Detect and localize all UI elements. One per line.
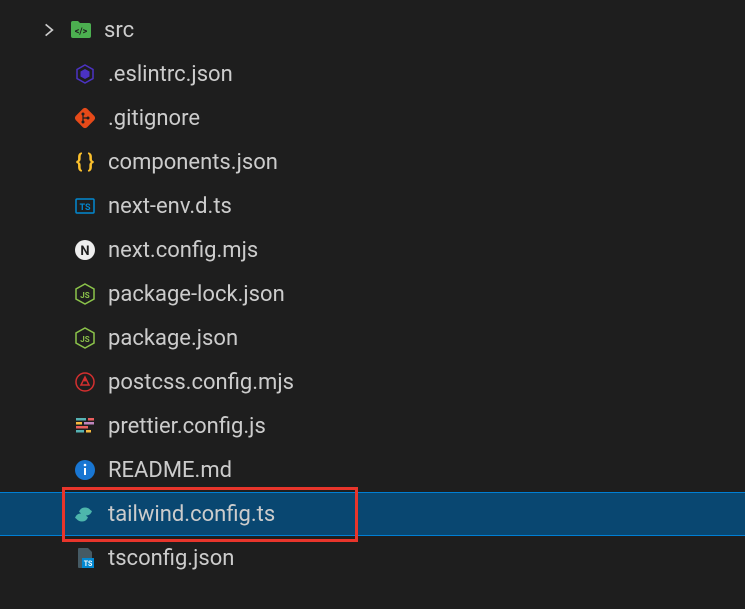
file-readme[interactable]: README.md — [0, 448, 745, 492]
nodejs-icon: JS — [72, 325, 98, 351]
folder-label: src — [104, 18, 134, 43]
file-eslintrc[interactable]: .eslintrc.json — [0, 52, 745, 96]
svg-text:{ }: { } — [76, 150, 95, 173]
file-package-lock[interactable]: JS package-lock.json — [0, 272, 745, 316]
file-tsconfig[interactable]: TS tsconfig.json — [0, 536, 745, 580]
svg-text:</>: </> — [75, 27, 88, 37]
file-next-env-dts[interactable]: TS next-env.d.ts — [0, 184, 745, 228]
file-prettier-config[interactable]: prettier.config.js — [0, 404, 745, 448]
nodejs-icon: JS — [72, 281, 98, 307]
json-icon: { } — [72, 149, 98, 175]
file-package-json[interactable]: JS package.json — [0, 316, 745, 360]
svg-text:TS: TS — [79, 203, 91, 213]
folder-source-icon: </> — [68, 17, 94, 43]
file-label: next-env.d.ts — [108, 194, 232, 219]
info-icon — [72, 457, 98, 483]
file-gitignore[interactable]: .gitignore — [0, 96, 745, 140]
file-label: README.md — [108, 458, 232, 483]
eslint-icon — [72, 61, 98, 87]
chevron-right-icon — [38, 19, 60, 41]
file-label: .eslintrc.json — [108, 62, 233, 87]
file-label: components.json — [108, 150, 278, 175]
svg-text:N: N — [80, 244, 89, 259]
tailwind-icon — [72, 501, 98, 527]
svg-text:JS: JS — [80, 335, 89, 344]
file-tailwind-config[interactable]: tailwind.config.ts — [0, 492, 745, 536]
folder-src[interactable]: </> src — [0, 8, 745, 52]
file-next-config[interactable]: N next.config.mjs — [0, 228, 745, 272]
file-label: prettier.config.js — [108, 414, 266, 439]
file-label: tsconfig.json — [108, 546, 234, 571]
ts-def-icon: TS — [72, 193, 98, 219]
file-label: tailwind.config.ts — [108, 502, 275, 527]
file-postcss-config[interactable]: postcss.config.mjs — [0, 360, 745, 404]
svg-text:TS: TS — [84, 560, 93, 568]
file-label: package-lock.json — [108, 282, 285, 307]
file-label: package.json — [108, 326, 238, 351]
svg-text:JS: JS — [80, 291, 89, 300]
file-components-json[interactable]: { } components.json — [0, 140, 745, 184]
file-label: postcss.config.mjs — [108, 370, 294, 395]
postcss-icon — [72, 369, 98, 395]
file-label: .gitignore — [108, 106, 200, 131]
file-explorer-tree: </> src .eslintrc.json .gitignore { } co… — [0, 8, 745, 580]
next-icon: N — [72, 237, 98, 263]
prettier-icon — [72, 413, 98, 439]
file-label: next.config.mjs — [108, 238, 258, 263]
tsconfig-icon: TS — [72, 545, 98, 571]
git-icon — [72, 105, 98, 131]
